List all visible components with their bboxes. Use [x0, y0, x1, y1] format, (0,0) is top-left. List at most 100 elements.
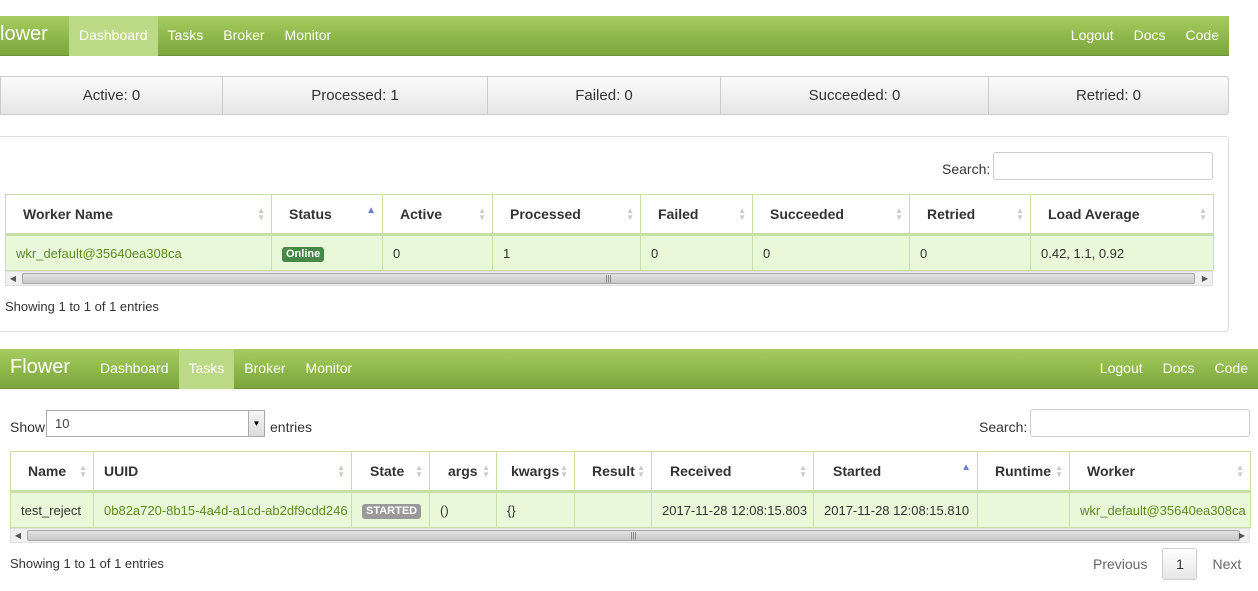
col-failed[interactable]: Failed ▲ ▼: [640, 194, 753, 236]
tasks-search-label: Search:: [979, 419, 1028, 435]
col-result[interactable]: Result ▲ ▼: [574, 451, 652, 493]
nav-dashboard[interactable]: Dashboard: [69, 16, 158, 56]
brand-logo[interactable]: Flower: [10, 349, 70, 389]
col-load-average[interactable]: Load Average ▲ ▼: [1030, 194, 1214, 236]
next-page-button[interactable]: Next: [1202, 556, 1251, 572]
worker-name-cell: wkr_default@35640ea308ca: [5, 234, 272, 271]
summary-failed[interactable]: Failed: 0: [488, 77, 721, 114]
load-average-cell: 0.42, 1.1, 0.92: [1030, 234, 1214, 271]
col-worker-name[interactable]: Worker Name ▲ ▼: [5, 194, 272, 236]
sort-both-icon: ▲ ▼: [482, 463, 490, 479]
sort-both-icon: ▲ ▼: [895, 206, 903, 222]
workers-horizontal-scrollbar[interactable]: ◀ ||| ▶: [5, 271, 1213, 286]
main-nav: Dashboard Tasks Broker Monitor: [69, 16, 341, 56]
col-runtime[interactable]: Runtime ▲ ▼: [977, 451, 1070, 493]
retried-cell: 0: [909, 234, 1031, 271]
workers-header-row: Worker Name ▲ ▼ Status ▲ Active ▲ ▼ Processed…: [5, 194, 1214, 236]
col-args[interactable]: args ▲ ▼: [429, 451, 497, 493]
sort-both-icon: ▲ ▼: [257, 206, 265, 222]
col-uuid[interactable]: UUID ▲ ▼: [93, 451, 352, 493]
args-cell: (): [429, 491, 497, 528]
sort-both-icon: ▲ ▼: [799, 463, 807, 479]
task-name-cell: test_reject: [10, 491, 94, 528]
nav-logout[interactable]: Logout: [1090, 349, 1153, 389]
task-uuid-link[interactable]: 0b82a720-8b15-4a4d-a1cd-ab2df9cdd246: [104, 503, 348, 518]
nav-docs[interactable]: Docs: [1153, 349, 1205, 389]
processed-cell: 1: [492, 234, 641, 271]
scrollbar-thumb[interactable]: |||: [22, 273, 1195, 284]
nav-code[interactable]: Code: [1176, 16, 1229, 56]
sort-both-icon: ▲ ▼: [337, 463, 345, 479]
col-worker[interactable]: Worker ▲ ▼: [1069, 451, 1251, 493]
arrow-left-icon[interactable]: ◀: [6, 272, 20, 285]
col-retried[interactable]: Retried ▲ ▼: [909, 194, 1031, 236]
scrollbar-thumb[interactable]: |||: [27, 530, 1240, 541]
status-cell: Online: [271, 234, 383, 271]
tasks-search-input[interactable]: [1030, 409, 1250, 437]
nav-monitor[interactable]: Monitor: [275, 16, 342, 56]
col-received[interactable]: Received ▲ ▼: [651, 451, 814, 493]
nav-dashboard[interactable]: Dashboard: [90, 349, 179, 389]
current-page-button[interactable]: 1: [1162, 548, 1198, 580]
previous-page-button[interactable]: Previous: [1083, 556, 1157, 572]
col-name[interactable]: Name ▲ ▼: [10, 451, 94, 493]
summary-succeeded[interactable]: Succeeded: 0: [721, 77, 989, 114]
show-label: Show: [10, 419, 46, 435]
failed-cell: 0: [640, 234, 753, 271]
nav-docs[interactable]: Docs: [1124, 16, 1176, 56]
table-row: wkr_default@35640ea308ca Online 0 1 0 0 …: [5, 234, 1214, 271]
summary-processed[interactable]: Processed: 1: [223, 77, 488, 114]
nav-broker[interactable]: Broker: [234, 349, 295, 389]
succeeded-cell: 0: [752, 234, 910, 271]
workers-search-label: Search:: [942, 161, 991, 177]
col-processed[interactable]: Processed ▲ ▼: [492, 194, 641, 236]
col-status[interactable]: Status ▲: [271, 194, 383, 236]
chevron-down-icon[interactable]: ▼: [248, 411, 264, 436]
sort-both-icon: ▲ ▼: [415, 463, 423, 479]
entries-label: entries: [270, 419, 313, 435]
sort-both-icon: ▲ ▼: [478, 206, 486, 222]
workers-table-info: Showing 1 to 1 of 1 entries: [5, 299, 159, 314]
state-cell: STARTED: [351, 491, 430, 528]
arrow-right-icon[interactable]: ▶: [1198, 272, 1212, 285]
arrow-right-icon[interactable]: ▶: [1235, 529, 1249, 542]
summary-retried[interactable]: Retried: 0: [989, 77, 1228, 114]
arrow-left-icon[interactable]: ◀: [11, 529, 25, 542]
workers-search-input[interactable]: [993, 152, 1213, 180]
sort-both-icon: ▲ ▼: [560, 463, 568, 479]
main-nav: Dashboard Tasks Broker Monitor: [90, 349, 362, 389]
col-succeeded[interactable]: Succeeded ▲ ▼: [752, 194, 910, 236]
task-worker-link[interactable]: wkr_default@35640ea308ca: [1080, 503, 1246, 518]
sort-both-icon: ▲ ▼: [1199, 206, 1207, 222]
nav-logout[interactable]: Logout: [1061, 16, 1124, 56]
state-badge: STARTED: [362, 503, 422, 519]
sort-both-icon: ▲ ▼: [738, 206, 746, 222]
col-active[interactable]: Active ▲ ▼: [382, 194, 493, 236]
tasks-horizontal-scrollbar[interactable]: ◀ ||| ▶: [10, 528, 1250, 543]
bottom-navbar: Flower Dashboard Tasks Broker Monitor Lo…: [0, 349, 1258, 389]
worker-link[interactable]: wkr_default@35640ea308ca: [16, 246, 182, 261]
nav-code[interactable]: Code: [1205, 349, 1258, 389]
pagination: Previous 1 Next: [1083, 548, 1251, 580]
page-length-select[interactable]: 10 ▼: [46, 410, 265, 437]
page-length-value: 10: [55, 416, 70, 431]
received-cell: 2017-11-28 12:08:15.803: [651, 491, 814, 528]
col-kwargs[interactable]: kwargs ▲ ▼: [496, 451, 575, 493]
nav-tasks[interactable]: Tasks: [158, 16, 214, 56]
tasks-table: Name ▲ ▼ UUID ▲ ▼ State ▲ ▼ args ▲ ▼ kwargs ▲ ▼ Re…: [10, 451, 1251, 528]
active-cell: 0: [382, 234, 493, 271]
col-started[interactable]: Started ▲: [813, 451, 978, 493]
top-navbar: lower Dashboard Tasks Broker Monitor Log…: [0, 16, 1229, 56]
sort-both-icon: ▲ ▼: [1236, 463, 1244, 479]
nav-monitor[interactable]: Monitor: [296, 349, 363, 389]
kwargs-cell: {}: [496, 491, 575, 528]
started-cell: 2017-11-28 12:08:15.810: [813, 491, 978, 528]
summary-active[interactable]: Active: 0: [1, 77, 223, 114]
table-row: test_reject 0b82a720-8b15-4a4d-a1cd-ab2d…: [10, 491, 1251, 528]
uuid-cell: 0b82a720-8b15-4a4d-a1cd-ab2df9cdd246: [93, 491, 352, 528]
nav-broker[interactable]: Broker: [213, 16, 274, 56]
sort-both-icon: ▲ ▼: [79, 463, 87, 479]
col-state[interactable]: State ▲ ▼: [351, 451, 430, 493]
nav-tasks[interactable]: Tasks: [178, 349, 235, 389]
brand-logo[interactable]: lower: [0, 16, 48, 56]
